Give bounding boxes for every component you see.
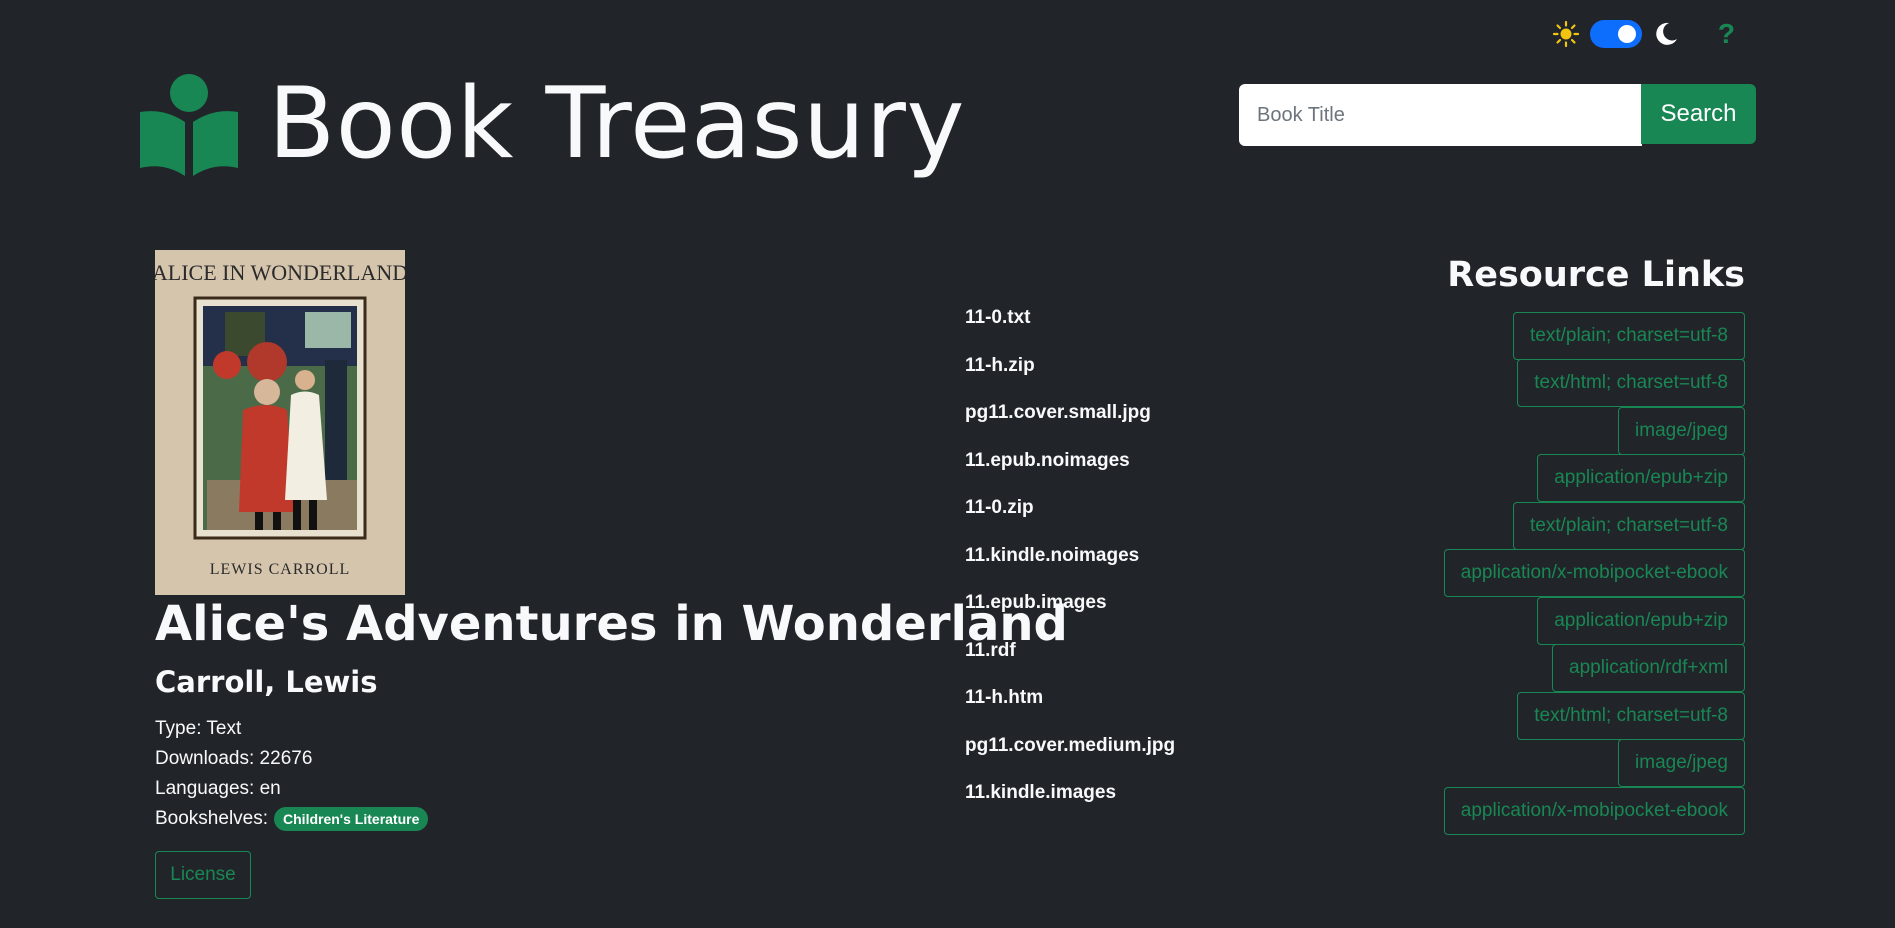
downloads-row: Downloads: 22676 (155, 748, 313, 769)
resource-link[interactable]: 11.kindle.images (965, 778, 1116, 804)
bookshelves-row: Bookshelves: Children's Literature (155, 804, 429, 834)
resource-type-button[interactable]: application/rdf+xml (1552, 644, 1745, 693)
resource-list: 11-0.txt text/plain; charset=utf-8 11-h.… (965, 303, 1745, 835)
resource-links-heading: Resource Links (1447, 255, 1745, 295)
bookshelves-label: Bookshelves: (155, 808, 269, 829)
help-icon[interactable]: ? (1718, 20, 1735, 48)
resource-link[interactable]: 11-h.zip (965, 351, 1035, 377)
resource-type-button[interactable]: application/epub+zip (1537, 596, 1745, 645)
resource-link[interactable]: pg11.cover.medium.jpg (965, 731, 1175, 757)
search-form: Search (1239, 84, 1756, 146)
resource-type-button[interactable]: text/plain; charset=utf-8 (1512, 501, 1745, 550)
resource-links: Resource Links 11-0.txt text/plain; char… (965, 250, 1745, 835)
type-row: Type: Text (155, 718, 242, 739)
resource-link[interactable]: 11-0.zip (965, 493, 1034, 519)
resource-link[interactable]: 11.rdf (965, 636, 1016, 662)
resource-type-button[interactable]: application/x-mobipocket-ebook (1443, 549, 1745, 598)
theme-controls: ? (1552, 20, 1735, 48)
resource-type-button[interactable]: text/plain; charset=utf-8 (1512, 311, 1745, 360)
book-author: Carroll, Lewis (155, 665, 378, 699)
book-cover-image: ALICE IN WONDERLAND LEWIS CARROLL (152, 250, 408, 595)
resource-type-button[interactable]: text/html; charset=utf-8 (1517, 691, 1745, 740)
resource-link[interactable]: pg11.cover.small.jpg (965, 398, 1151, 424)
resource-link[interactable]: 11-h.htm (965, 683, 1043, 709)
resource-type-button[interactable]: application/epub+zip (1537, 454, 1745, 503)
search-input[interactable] (1239, 84, 1642, 146)
resource-link[interactable]: 11-0.txt (965, 303, 1030, 329)
brand-title: Book Treasury (268, 67, 965, 181)
moon-icon (1652, 20, 1680, 48)
reader-book-icon (138, 72, 240, 176)
resource-link[interactable]: 11.epub.noimages (965, 446, 1130, 472)
cover-title-text: ALICE IN WONDERLAND (155, 260, 405, 285)
languages-row: Languages: en (155, 778, 281, 799)
resource-type-button[interactable]: image/jpeg (1618, 739, 1745, 788)
book-title: Alice's Adventures in Wonderland (155, 596, 1068, 652)
resource-type-button[interactable]: text/html; charset=utf-8 (1517, 359, 1745, 408)
license-button[interactable]: License (155, 851, 251, 899)
cover-author-text: LEWIS CARROLL (210, 561, 351, 578)
brand[interactable]: Book Treasury (138, 72, 965, 176)
theme-toggle[interactable] (1589, 20, 1642, 48)
bookshelf-badge[interactable]: Children's Literature (274, 807, 429, 831)
search-button[interactable]: Search (1641, 84, 1756, 144)
resource-link[interactable]: 11.epub.images (965, 588, 1107, 614)
book-metadata: Type: Text Downloads: 22676 Languages: e… (155, 714, 429, 834)
sun-icon (1552, 20, 1580, 48)
resource-link[interactable]: 11.kindle.noimages (965, 541, 1139, 567)
resource-type-button[interactable]: application/x-mobipocket-ebook (1443, 786, 1745, 835)
resource-row: 11-0.txt text/plain; charset=utf-8 (965, 303, 1745, 360)
resource-type-button[interactable]: image/jpeg (1618, 406, 1745, 455)
toggle-knob (1617, 25, 1636, 43)
